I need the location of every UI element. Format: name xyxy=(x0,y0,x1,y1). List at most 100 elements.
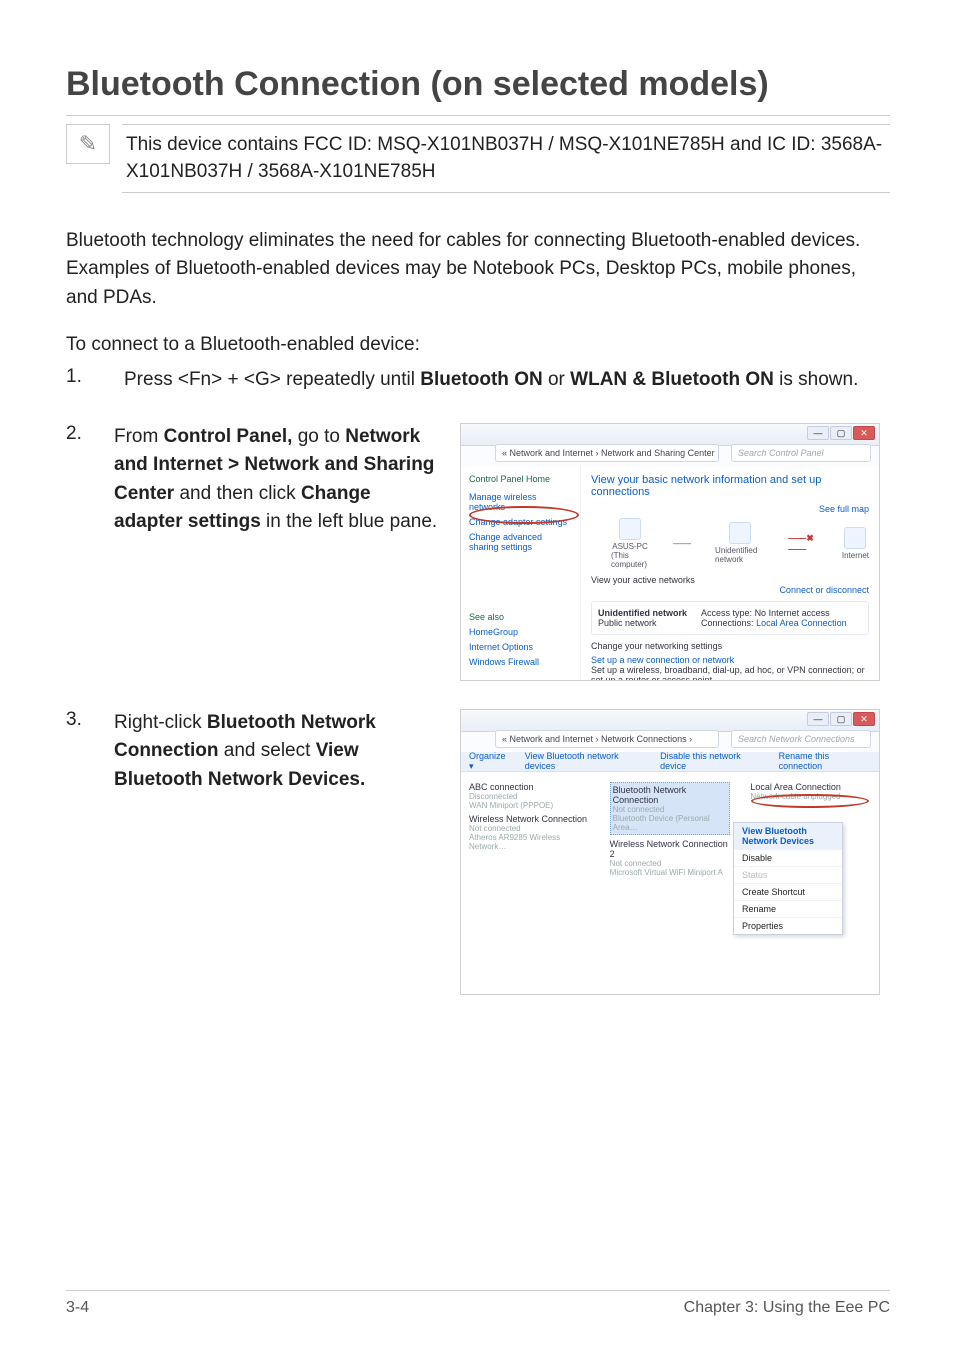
window-buttons: —▢✕ xyxy=(807,712,875,726)
search-input[interactable]: Search Control Panel xyxy=(731,444,871,462)
connection-item[interactable]: Wireless Network ConnectionNot connected… xyxy=(469,814,590,851)
bold: WLAN & Bluetooth ON xyxy=(570,369,774,390)
text: (This computer) xyxy=(611,551,649,569)
text: in the left blue pane. xyxy=(266,511,437,532)
active-category: Public network xyxy=(598,618,687,628)
bold: Control Panel, xyxy=(164,426,293,447)
min-button[interactable]: — xyxy=(807,426,829,440)
item-title: Local Area Connection xyxy=(750,782,871,792)
min-button[interactable]: — xyxy=(807,712,829,726)
label: Access type: xyxy=(701,608,752,618)
breadcrumb[interactable]: « Network and Internet › Network and Sha… xyxy=(495,444,719,462)
text: is shown. xyxy=(779,369,858,390)
item-device: Atheros AR9285 Wireless Network… xyxy=(469,833,590,851)
label: Connections: xyxy=(701,618,754,628)
info-callout: ✎ This device contains FCC ID: MSQ-X101N… xyxy=(66,124,890,193)
ctx-create-shortcut[interactable]: Create Shortcut xyxy=(734,884,842,901)
text: From xyxy=(114,426,164,447)
node-pc: ASUS-PC(This computer) xyxy=(611,518,649,569)
network-map: ASUS-PC(This computer) —— Unidentified n… xyxy=(611,518,869,569)
page: Bluetooth Connection (on selected models… xyxy=(0,0,954,1357)
screenshot-2: —▢✕ « Network and Internet › Network Con… xyxy=(460,709,880,995)
active-network-box: Unidentified network Public network Acce… xyxy=(591,601,869,635)
toolbar-rename[interactable]: Rename this connection xyxy=(779,751,871,771)
connect-disconnect-link[interactable]: Connect or disconnect xyxy=(779,585,869,595)
sidebar-heading: Control Panel Home xyxy=(469,474,572,484)
change-settings-heading: Change your networking settings xyxy=(591,641,869,651)
close-button[interactable]: ✕ xyxy=(853,426,875,440)
connection-item[interactable]: Wireless Network Connection 2Not connect… xyxy=(610,839,731,877)
toolbar-disable[interactable]: Disable this network device xyxy=(660,751,764,771)
item-status: Not connected xyxy=(610,859,731,868)
highlight-oval xyxy=(751,794,869,808)
sidebar-link-advanced[interactable]: Change advanced sharing settings xyxy=(469,532,572,552)
intro-paragraph: Bluetooth technology eliminates the need… xyxy=(66,227,890,313)
item-title: Wireless Network Connection 2 xyxy=(610,839,731,859)
text: Right-click xyxy=(114,712,207,733)
item-status: Not connected xyxy=(469,824,590,833)
close-button[interactable]: ✕ xyxy=(853,712,875,726)
column: Bluetooth Network ConnectionNot connecte… xyxy=(610,778,731,881)
text: and then click xyxy=(179,483,300,504)
ctx-status[interactable]: Status xyxy=(734,867,842,884)
sidebar-link-firewall[interactable]: Windows Firewall xyxy=(469,657,572,667)
network-icon xyxy=(729,522,751,544)
window-body: Control Panel Home Manage wireless netwo… xyxy=(461,466,879,680)
max-button[interactable]: ▢ xyxy=(830,712,852,726)
bold: Bluetooth ON xyxy=(420,369,542,390)
dash-x: ——✖—— xyxy=(788,533,818,554)
window-buttons: —▢✕ xyxy=(807,426,875,440)
step-number: 3. xyxy=(66,709,94,731)
node-internet: Internet xyxy=(842,527,869,560)
text: Internet xyxy=(842,551,869,560)
pc-icon xyxy=(619,518,641,540)
text: and select xyxy=(224,740,316,761)
note-text: This device contains FCC ID: MSQ-X101NB0… xyxy=(122,124,890,193)
step-body: Press <Fn> + <G> repeatedly until Blueto… xyxy=(124,366,858,395)
step-3-row: 3. Right-click Bluetooth Network Connect… xyxy=(66,709,890,995)
connection-item-selected[interactable]: Bluetooth Network ConnectionNot connecte… xyxy=(610,782,731,835)
text: Press <Fn> + <G> repeatedly until xyxy=(124,369,420,390)
sidebar-see-also: See also xyxy=(469,612,572,622)
toolbar-view-bt[interactable]: View Bluetooth network devices xyxy=(525,751,646,771)
screenshot-1: —▢✕ « Network and Internet › Network and… xyxy=(460,423,880,681)
connection-item[interactable]: ABC connectionDisconnectedWAN Miniport (… xyxy=(469,782,590,810)
ctx-disable[interactable]: Disable xyxy=(734,850,842,867)
see-full-map-link[interactable]: See full map xyxy=(819,504,869,514)
opt-new-connection[interactable]: Set up a new connection or network xyxy=(591,655,869,665)
ctx-view-bt-devices[interactable]: View Bluetooth Network Devices xyxy=(734,823,842,850)
step-2-row: 2. From Control Panel, go to Network and… xyxy=(66,423,890,681)
breadcrumb[interactable]: « Network and Internet › Network Connect… xyxy=(495,730,719,748)
value: No Internet access xyxy=(755,608,830,618)
page-footer: 3-4 Chapter 3: Using the Eee PC xyxy=(66,1290,890,1317)
item-device: Microsoft Virtual WiFi Miniport A xyxy=(610,868,731,877)
search-input[interactable]: Search Network Connections xyxy=(731,730,871,748)
item-status: Disconnected xyxy=(469,792,590,801)
opt-desc: Set up a wireless, broadband, dial-up, a… xyxy=(591,665,869,681)
item-title: Wireless Network Connection xyxy=(469,814,590,824)
context-menu: View Bluetooth Network Devices Disable S… xyxy=(733,822,843,935)
item-status: Not connected xyxy=(613,805,728,814)
ctx-rename[interactable]: Rename xyxy=(734,901,842,918)
toolbar-organize[interactable]: Organize ▾ xyxy=(469,751,511,772)
column: ABC connectionDisconnectedWAN Miniport (… xyxy=(469,778,590,881)
page-title: Bluetooth Connection (on selected models… xyxy=(66,64,890,105)
page-number: 3-4 xyxy=(66,1299,89,1317)
window-body: Organize ▾ View Bluetooth network device… xyxy=(461,752,879,994)
text: Unidentified network xyxy=(715,546,764,564)
title-rule xyxy=(66,115,890,116)
sidebar-link-internet-options[interactable]: Internet Options xyxy=(469,642,572,652)
highlight-oval xyxy=(469,506,579,524)
step-number: 2. xyxy=(66,423,94,445)
connection-link[interactable]: Local Area Connection xyxy=(756,618,847,628)
content-heading: View your basic network information and … xyxy=(591,474,869,498)
step-number: 1. xyxy=(66,366,94,388)
text: ASUS-PC xyxy=(612,542,648,551)
item-title: Bluetooth Network Connection xyxy=(613,785,728,805)
node-network: Unidentified network xyxy=(715,522,764,564)
chapter-label: Chapter 3: Using the Eee PC xyxy=(684,1299,890,1317)
ctx-properties[interactable]: Properties xyxy=(734,918,842,934)
sidebar-link-homegroup[interactable]: HomeGroup xyxy=(469,627,572,637)
max-button[interactable]: ▢ xyxy=(830,426,852,440)
sidebar: Control Panel Home Manage wireless netwo… xyxy=(461,466,581,680)
